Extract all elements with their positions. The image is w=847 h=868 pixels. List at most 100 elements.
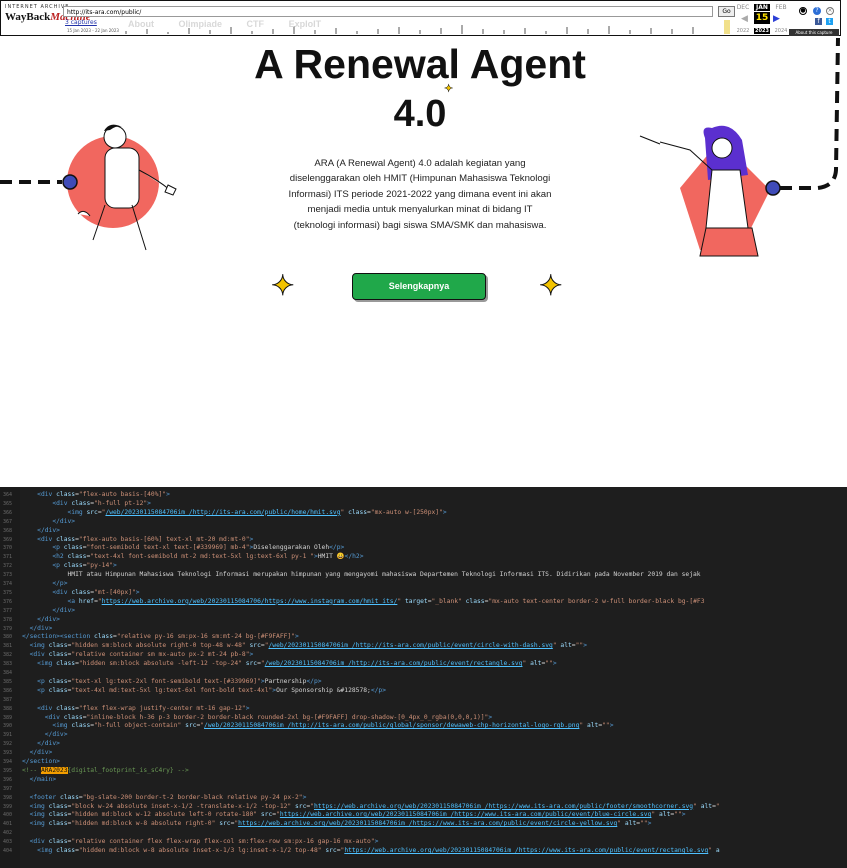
site-nav: About Olimpiade CTF ExploIT [128,19,343,29]
source-code-view[interactable]: 364 <div class="flex-auto basis-[40%]"> 3… [0,487,847,868]
wayback-logo-a: WayBack [5,11,51,23]
code-text: </main> [29,775,57,783]
help-icon[interactable]: ? [813,7,821,15]
nav-item-olimpiade[interactable]: Olimpiade [179,19,223,29]
code-text: </div> [37,526,60,534]
hero-version: 4.0 [393,93,447,135]
year-current: 2023 [754,28,770,34]
code-text: HMIT atau Himpunan Mahasiswa Teknologi I… [22,571,701,579]
line-number: 368 [3,527,13,534]
code-line: 375 <div class="mt-[40px]"> [0,589,847,597]
code-line: 389 <div class="inline-block h-36 p-3 bo… [0,714,847,722]
hero-description: ARA (A Renewal Agent) 4.0 adalah kegiata… [288,158,552,231]
sparkline-bar [629,30,631,34]
sparkline-bar [503,30,505,34]
code-line: 365 <div class="h-full pt-12"> [0,500,847,508]
sparkline-bar [461,25,463,34]
line-number: 387 [3,696,13,703]
code-text: <img src="/web/20230115084706im_/http://… [67,508,447,516]
line-number: 373 [3,572,13,579]
line-number: 366 [3,509,13,516]
sparkline-bar [356,31,358,34]
about-capture-button[interactable]: About this capture [789,29,839,36]
url-input[interactable]: http://its-ara.com/public/ [63,6,713,17]
sparkline-bar [146,29,148,34]
captures-link[interactable]: 3 captures [65,19,97,26]
line-number: 382 [3,652,13,659]
code-line: 386 <p class="text-4xl md:text-5xl lg:te… [0,687,847,695]
code-text: <div class="relative container flex flex… [29,838,379,846]
sparkline-bar [398,27,400,34]
code-line: 404 <img class="hidden md:block w-8 abso… [0,847,847,855]
sparkline-bar [419,30,421,34]
sparkline-bar [377,29,379,34]
line-number: 377 [3,607,13,614]
line-number: 384 [3,670,13,676]
code-line: 367 </div> [0,518,847,526]
code-text: </div> [29,749,53,757]
line-number: 383 [3,661,13,668]
nav-item-ctf[interactable]: CTF [247,19,265,29]
code-text: <img class="hidden md:block w-12 absolut… [29,811,686,819]
prev-capture-icon[interactable]: ◀ [741,14,748,24]
code-text: <a href="https://web.archive.org/web/202… [67,597,705,605]
line-number: 374 [3,581,13,587]
close-icon[interactable]: × [826,7,834,15]
code-line: 376 <a href="https://web.archive.org/web… [0,598,847,606]
line-number: 403 [3,839,13,846]
code-text: </p> [52,580,68,587]
sparkline-bar [314,30,316,34]
code-line: 395 <!-- ARA2023{digital_footprint_is_sC4… [0,766,847,775]
code-line: 379 </div> [0,625,847,633]
user-icon[interactable]: ● [799,7,807,15]
sparkle-icon: ✦ [538,270,563,301]
go-button[interactable]: Go [718,6,735,17]
code-line: 380 </section><section class="relative py… [0,633,847,641]
next-capture-icon[interactable]: ▶ [773,14,780,24]
code-text: <img class="h-full object-contain" src="… [52,722,614,730]
code-line: 381 <img class="hidden sm:block absolute… [0,642,847,650]
line-number: 400 [3,812,13,819]
line-number: 369 [3,536,13,543]
code-line: 364 <div class="flex-auto basis-[40%]"> [0,491,847,499]
code-line: 370 <p class="font-semibold text-xl text… [0,544,847,552]
month-prev: DEC [736,4,750,11]
sparkline-bar [482,29,484,34]
code-text: <p class="py-14"> [52,562,117,570]
line-number: 391 [3,732,13,739]
line-number: 395 [3,767,13,774]
line-number: 379 [3,625,13,632]
code-text: <div class="relative container sm mx-aut… [29,651,254,659]
sparkline-bar [125,31,127,34]
sparkline-bar [272,29,274,34]
right-blue-dot [765,180,781,196]
line-number: 401 [3,821,13,828]
nav-item-exploit[interactable]: ExploIT [289,19,322,29]
code-text: <div class="mt-[40px]"> [52,588,140,596]
facebook-icon[interactable]: f [815,18,822,25]
sparkline-bar [650,28,652,34]
line-number: 378 [3,616,13,623]
code-line: 392 </div> [0,740,847,748]
twitter-icon[interactable]: t [826,18,833,25]
line-number: 393 [3,750,13,757]
code-line: 403 <div class="relative container flex … [0,838,847,846]
sparkline-bar [545,31,547,34]
month-next: FEB [775,4,787,11]
capture-day: 15 [754,12,770,24]
sparkline-bar [524,28,526,34]
sparkline-bar [671,29,673,34]
code-line: 399 <img class="block w-24 absolute inse… [0,803,847,811]
selengkapnya-button[interactable]: Selengkapnya [352,273,486,300]
line-number: 365 [3,500,13,507]
code-text: <div class="h-full pt-12"> [52,499,151,507]
code-text: </div> [37,615,60,623]
code-text: </div> [29,624,53,632]
wayback-toolbar: INTERNET ARCHIVE WayBackMachine http://i… [0,0,841,36]
code-text: <img class="hidden sm:block absolute -le… [37,660,557,668]
code-line: 402 [0,829,847,837]
line-number: 376 [3,598,13,605]
line-number: 394 [3,759,13,765]
nav-item-about[interactable]: About [128,19,154,29]
sparkline-bar [209,30,211,34]
